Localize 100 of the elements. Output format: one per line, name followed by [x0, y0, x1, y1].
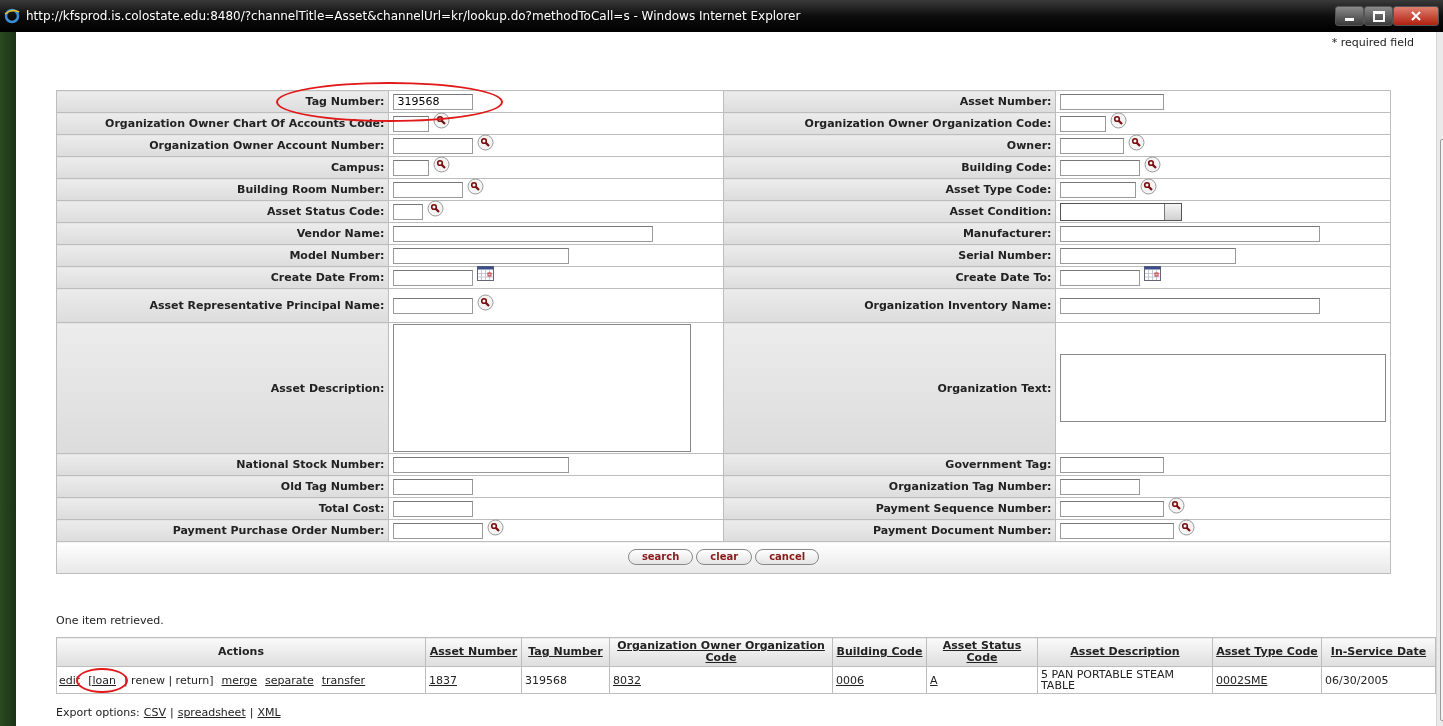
input-field[interactable]: [393, 247, 570, 264]
field-label: Asset Status Code:: [266, 205, 385, 218]
field-label: Manufacturer:: [962, 227, 1052, 240]
cell-link[interactable]: 1837: [429, 673, 457, 687]
column-header: Actions: [217, 646, 265, 658]
field-label: Organization Text:: [937, 381, 1052, 395]
calendar-icon[interactable]: [1144, 265, 1162, 281]
field-label: Organization Tag Number:: [888, 480, 1052, 493]
input-field[interactable]: [393, 115, 430, 132]
search-icon[interactable]: [467, 177, 485, 195]
field-label: Organization Owner Account Number:: [149, 139, 385, 152]
input-field[interactable]: [1060, 93, 1165, 110]
close-button[interactable]: [1393, 6, 1439, 26]
field-label: Owner:: [1006, 139, 1052, 152]
search-icon[interactable]: [1144, 155, 1162, 173]
field-label: Old Tag Number:: [280, 480, 385, 493]
input-field[interactable]: [1060, 137, 1125, 154]
results-message: One item retrieved.: [56, 614, 165, 627]
field-label: Create Date To:: [955, 271, 1052, 284]
calendar-icon[interactable]: [477, 265, 495, 281]
search-icon[interactable]: [433, 155, 451, 173]
field-label: Building Code:: [961, 161, 1052, 174]
export-link[interactable]: CSV: [143, 706, 166, 719]
field-label: Asset Representative Principal Name:: [149, 299, 385, 312]
field-label: Campus:: [330, 161, 385, 174]
search-icon[interactable]: [1168, 496, 1186, 514]
search-icon[interactable]: [477, 293, 495, 311]
input-field[interactable]: [1060, 247, 1237, 264]
field-label: Asset Type Code:: [945, 183, 1052, 196]
text-area[interactable]: [393, 324, 692, 452]
text-area[interactable]: [1060, 354, 1386, 422]
search-icon[interactable]: [1140, 177, 1158, 195]
search-icon[interactable]: [433, 111, 451, 129]
input-field[interactable]: [393, 500, 474, 517]
export-label: Export options:: [56, 706, 140, 719]
action-link[interactable]: [loan: [88, 673, 116, 687]
separator: |: [249, 706, 254, 719]
input-field[interactable]: 319568: [393, 93, 474, 110]
action-link[interactable]: separate: [265, 673, 314, 687]
input-field[interactable]: [1060, 522, 1175, 539]
field-label: Tag Number:: [305, 95, 385, 108]
input-field[interactable]: [1060, 159, 1141, 176]
separator: |: [169, 706, 174, 719]
maximize-button[interactable]: [1364, 6, 1393, 26]
table-cell: 06/30/2005: [1325, 673, 1389, 687]
search-icon[interactable]: [487, 518, 505, 536]
input-field[interactable]: [1060, 269, 1141, 286]
action-link[interactable]: transfer: [321, 673, 366, 687]
close-icon[interactable]: [1410, 11, 1422, 21]
input-field[interactable]: [1060, 478, 1141, 495]
input-field[interactable]: [393, 269, 474, 286]
input-field[interactable]: [393, 225, 654, 242]
field-label: Payment Purchase Order Number:: [172, 524, 385, 537]
table-cell: 319568: [525, 673, 567, 687]
field-label: Create Date From:: [270, 271, 385, 284]
input-field[interactable]: [393, 456, 570, 473]
input-field[interactable]: [1060, 225, 1321, 242]
input-field[interactable]: [393, 137, 474, 154]
field-label: Payment Sequence Number:: [875, 502, 1052, 515]
form-button[interactable]: search: [627, 549, 694, 565]
window-title: http://kfsprod.is.colostate.edu:8480/?channelTitle=Asset&channelUrl=kr/lookup.do?methodToCall=s - Windows Internet Explorer: [26, 9, 802, 23]
input-field[interactable]: [393, 522, 484, 539]
field-label: Organization Inventory Name:: [864, 299, 1052, 312]
field-label: Asset Number:: [959, 95, 1052, 108]
field-label: Government Tag:: [945, 458, 1052, 471]
cell-link[interactable]: 8032: [613, 673, 641, 687]
input-field[interactable]: [393, 297, 474, 314]
field-label: Total Cost:: [318, 502, 385, 515]
input-field[interactable]: [1060, 500, 1165, 517]
field-label: National Stock Number:: [236, 458, 385, 471]
minimize-button[interactable]: [1335, 6, 1364, 26]
form-button[interactable]: cancel: [755, 549, 820, 565]
field-label: Organization Owner Organization Code:: [804, 117, 1052, 130]
input-field[interactable]: [1060, 297, 1321, 314]
input-field[interactable]: [1060, 456, 1165, 473]
input-field[interactable]: [1060, 115, 1107, 132]
cell-link[interactable]: A: [930, 673, 938, 687]
form-button[interactable]: clear: [696, 549, 753, 565]
search-icon[interactable]: [1128, 133, 1146, 151]
field-label: Vendor Name:: [296, 227, 385, 240]
export-link[interactable]: XML: [257, 706, 281, 719]
search-icon[interactable]: [1178, 518, 1196, 536]
dropdown-field[interactable]: [1060, 202, 1183, 221]
search-icon[interactable]: [1110, 111, 1128, 129]
input-field[interactable]: [393, 159, 430, 176]
export-link[interactable]: spreadsheet: [177, 706, 246, 719]
required-field-note: * required field: [1331, 36, 1414, 51]
cell-link[interactable]: 0006: [836, 673, 864, 687]
table-cell: 5 PAN PORTABLE STEAM TABLE: [1041, 668, 1174, 692]
browser-icon: [4, 8, 20, 24]
input-field[interactable]: [393, 181, 464, 198]
action-link[interactable]: merge: [221, 673, 258, 687]
field-label: Serial Number:: [958, 249, 1052, 262]
input-field[interactable]: [1060, 181, 1137, 198]
search-icon[interactable]: [427, 199, 445, 217]
input-field[interactable]: [393, 203, 424, 220]
field-label: Building Room Number:: [237, 183, 385, 196]
field-label: Payment Document Number:: [873, 524, 1052, 537]
search-icon[interactable]: [477, 133, 495, 151]
input-field[interactable]: [393, 478, 474, 495]
